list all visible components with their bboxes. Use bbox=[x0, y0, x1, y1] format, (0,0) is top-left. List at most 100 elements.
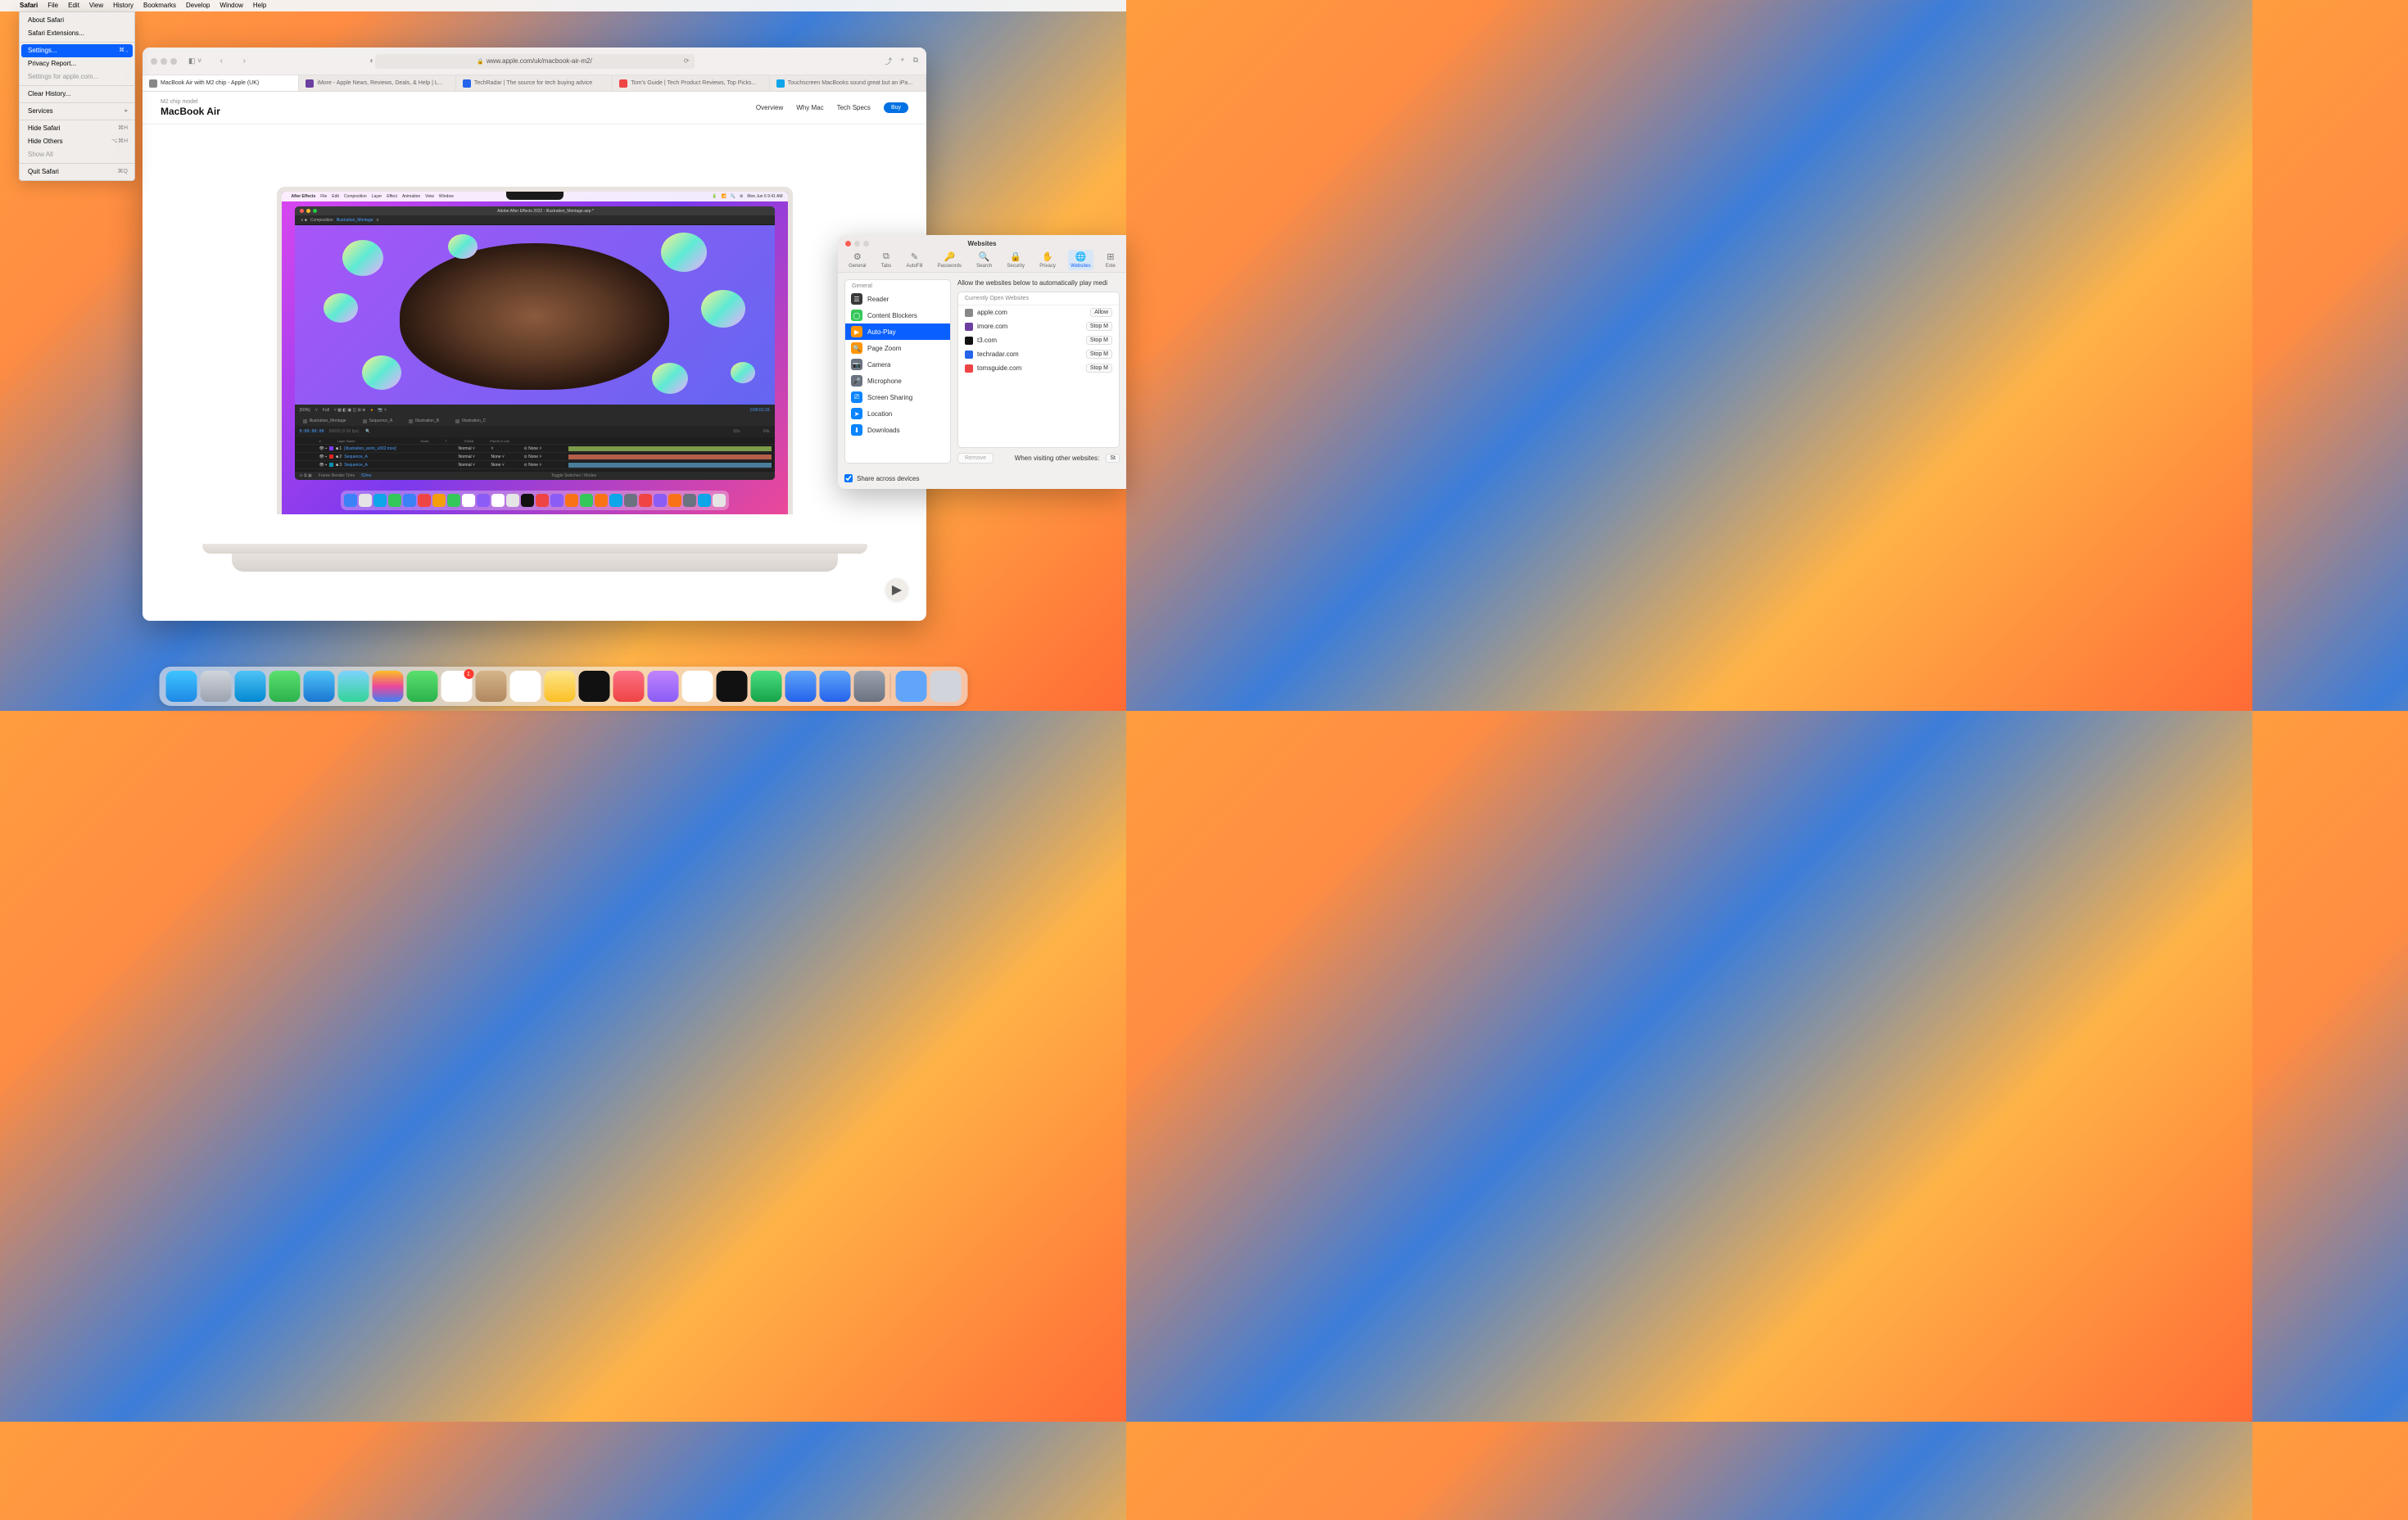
autoplay-select[interactable]: Stop M bbox=[1086, 336, 1112, 345]
reload-icon[interactable]: ⟳ bbox=[684, 57, 690, 65]
show-all-item: Show All bbox=[20, 148, 134, 161]
settings-toolbar: Websites ⚙General⧉Tabs✎AutoFill🔑Password… bbox=[838, 235, 1126, 273]
dock-app-numbers[interactable] bbox=[750, 671, 781, 702]
hide-safari-item[interactable]: Hide Safari⌘H bbox=[20, 122, 134, 135]
address-bar[interactable]: 🔒 www.apple.com/uk/macbook-air-m2/ ⟳ bbox=[375, 54, 695, 69]
back-button[interactable]: ‹ bbox=[215, 55, 228, 68]
website-row[interactable]: techradar.comStop M bbox=[958, 347, 1119, 361]
safari-menu[interactable]: Safari bbox=[15, 0, 43, 11]
quit-safari-item[interactable]: Quit Safari⌘Q bbox=[20, 165, 134, 179]
dock-app-maps[interactable] bbox=[337, 671, 369, 702]
url-text: www.apple.com/uk/macbook-air-m2/ bbox=[487, 57, 592, 65]
dock-app-launchpad[interactable] bbox=[200, 671, 231, 702]
browser-tab[interactable]: MacBook Air with M2 chip - Apple (UK) bbox=[143, 75, 299, 91]
favicon bbox=[965, 309, 973, 317]
settings-tab-autofill[interactable]: ✎AutoFill bbox=[903, 250, 925, 270]
browser-tab[interactable]: TechRadar | The source for tech buying a… bbox=[456, 75, 613, 91]
tab-title: iMore - Apple News, Reviews, Deals, & He… bbox=[317, 80, 442, 86]
dock-app-news[interactable] bbox=[681, 671, 713, 702]
dock-downloads[interactable] bbox=[895, 671, 926, 702]
autoplay-select[interactable]: Stop M bbox=[1086, 364, 1112, 373]
view-menu[interactable]: View bbox=[84, 0, 108, 11]
edit-menu[interactable]: Edit bbox=[63, 0, 84, 11]
browser-tab[interactable]: Touchscreen MacBooks sound great but an … bbox=[770, 75, 926, 91]
sidebar-item-content-blockers[interactable]: ◯Content Blockers bbox=[845, 307, 950, 323]
hide-others-item[interactable]: Hide Others⌥⌘H bbox=[20, 135, 134, 148]
settings-item[interactable]: Settings...⌘ , bbox=[21, 44, 133, 57]
dock-app-calendar[interactable]: 1 bbox=[441, 671, 472, 702]
dock-app-tv[interactable] bbox=[578, 671, 609, 702]
localnav-overview[interactable]: Overview bbox=[756, 104, 783, 111]
sidebar-item-camera[interactable]: 📷Camera bbox=[845, 356, 950, 373]
dock-app-podcasts[interactable] bbox=[647, 671, 678, 702]
forward-button[interactable]: › bbox=[238, 55, 251, 68]
dock-app-photos[interactable] bbox=[372, 671, 403, 702]
dock-app-music[interactable] bbox=[613, 671, 644, 702]
dock-trash[interactable] bbox=[930, 671, 961, 702]
help-menu[interactable]: Help bbox=[248, 0, 271, 11]
dock-app-notes[interactable] bbox=[544, 671, 575, 702]
dock-app-settings[interactable] bbox=[853, 671, 885, 702]
localnav-techspecs[interactable]: Tech Specs bbox=[837, 104, 871, 111]
settings-tab-passwords[interactable]: 🔑Passwords bbox=[935, 250, 964, 270]
site-settings-item: Settings for apple.com... bbox=[20, 70, 134, 84]
develop-menu[interactable]: Develop bbox=[181, 0, 215, 11]
sidebar-item-downloads[interactable]: ⬇Downloads bbox=[845, 422, 950, 438]
share-icon[interactable]: ⤴ bbox=[885, 56, 892, 66]
dock-app-appstore[interactable] bbox=[819, 671, 850, 702]
settings-tab-websites[interactable]: 🌐Websites bbox=[1068, 250, 1093, 270]
file-menu[interactable]: File bbox=[43, 0, 63, 11]
dock-app-messages[interactable] bbox=[269, 671, 300, 702]
sidebar-item-page-zoom[interactable]: 🔍Page Zoom bbox=[845, 340, 950, 356]
settings-tab-security[interactable]: 🔒Security bbox=[1004, 250, 1027, 270]
dock-app-keynote[interactable] bbox=[785, 671, 816, 702]
sidebar-button[interactable]: ◧ ˅ bbox=[188, 57, 201, 66]
sidebar-item-microphone[interactable]: 🎤Microphone bbox=[845, 373, 950, 389]
clear-history-item[interactable]: Clear History... bbox=[20, 88, 134, 101]
website-row[interactable]: t3.comStop M bbox=[958, 333, 1119, 347]
dock-app-finder[interactable] bbox=[165, 671, 197, 702]
safari-window: ◧ ˅ ‹ › ◐ 🔒 www.apple.com/uk/macbook-air… bbox=[143, 48, 926, 621]
localnav-whymac[interactable]: Why Mac bbox=[796, 104, 823, 111]
website-row[interactable]: imore.comStop M bbox=[958, 319, 1119, 333]
new-tab-icon[interactable]: + bbox=[900, 56, 904, 66]
sidebar-item-auto-play[interactable]: ▶Auto-Play bbox=[845, 323, 950, 340]
visiting-select[interactable]: St bbox=[1106, 454, 1120, 463]
dock-app-contacts[interactable] bbox=[475, 671, 506, 702]
website-row[interactable]: apple.comAllow bbox=[958, 305, 1119, 319]
safari-extensions-item[interactable]: Safari Extensions... bbox=[20, 27, 134, 40]
settings-tab-exte[interactable]: ⊞Exte bbox=[1103, 250, 1118, 270]
traffic-lights[interactable] bbox=[151, 58, 177, 65]
settings-tab-search[interactable]: 🔍Search bbox=[974, 250, 994, 270]
favicon bbox=[149, 79, 157, 88]
buy-button[interactable]: Buy bbox=[884, 102, 908, 113]
remove-button[interactable]: Remove bbox=[957, 453, 994, 464]
autoplay-select[interactable]: Stop M bbox=[1086, 350, 1112, 359]
share-across-devices-checkbox[interactable] bbox=[844, 474, 853, 482]
browser-tab[interactable]: iMore - Apple News, Reviews, Deals, & He… bbox=[299, 75, 455, 91]
bookmarks-menu[interactable]: Bookmarks bbox=[138, 0, 181, 11]
play-button[interactable]: ▶ bbox=[885, 578, 908, 601]
dock-app-reminders[interactable] bbox=[509, 671, 541, 702]
window-menu[interactable]: Window bbox=[215, 0, 247, 11]
browser-tab[interactable]: Tom's Guide | Tech Product Reviews, Top … bbox=[613, 75, 769, 91]
autoplay-select[interactable]: Stop M bbox=[1086, 322, 1112, 331]
sidebar-item-reader[interactable]: ☰Reader bbox=[845, 291, 950, 307]
dock-app-stocks[interactable] bbox=[716, 671, 747, 702]
services-item[interactable]: Services▸ bbox=[20, 105, 134, 118]
settings-tab-general[interactable]: ⚙General bbox=[846, 250, 868, 270]
autoplay-select[interactable]: Allow bbox=[1090, 308, 1112, 317]
privacy-report-item[interactable]: Privacy Report... bbox=[20, 57, 134, 70]
history-menu[interactable]: History bbox=[108, 0, 138, 11]
settings-tab-privacy[interactable]: ✋Privacy bbox=[1037, 250, 1058, 270]
dock-app-safari[interactable] bbox=[234, 671, 265, 702]
tabs-overview-icon[interactable]: ⧉ bbox=[913, 56, 918, 66]
dock-app-mail[interactable] bbox=[303, 671, 334, 702]
sidebar-item-screen-sharing[interactable]: ⎚Screen Sharing bbox=[845, 389, 950, 405]
sidebar-item-location[interactable]: ➤Location bbox=[845, 405, 950, 422]
about-safari-item[interactable]: About Safari bbox=[20, 14, 134, 27]
tab-title: MacBook Air with M2 chip - Apple (UK) bbox=[161, 80, 259, 86]
website-row[interactable]: tomsguide.comStop M bbox=[958, 361, 1119, 375]
dock-app-facetime[interactable] bbox=[406, 671, 437, 702]
settings-tab-tabs[interactable]: ⧉Tabs bbox=[879, 250, 894, 270]
